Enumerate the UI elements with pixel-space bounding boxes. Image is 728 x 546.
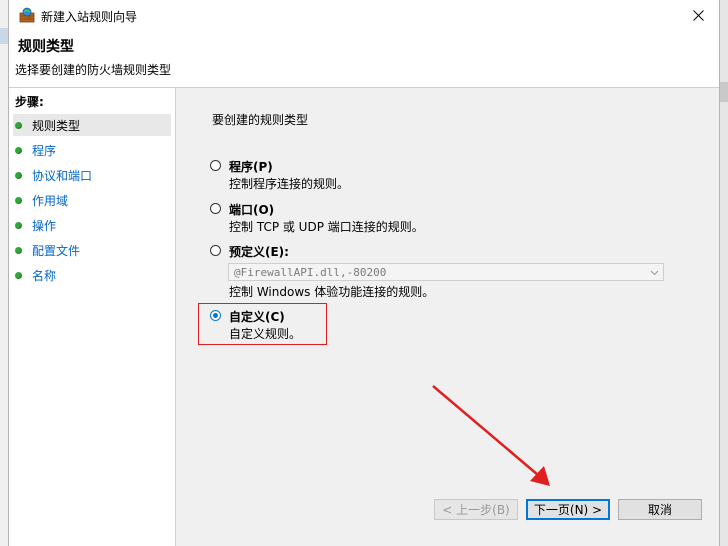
step-label: 配置文件 — [32, 243, 81, 258]
radio-predefined[interactable] — [210, 245, 221, 256]
background-window-left — [0, 0, 8, 546]
page-subtitle: 选择要创建的防火墙规则类型 — [15, 63, 172, 77]
firewall-icon — [19, 7, 35, 23]
step-action[interactable]: 操作 — [13, 214, 171, 236]
step-program[interactable]: 程序 — [13, 139, 171, 161]
step-name[interactable]: 名称 — [13, 264, 171, 286]
step-scope[interactable]: 作用域 — [13, 189, 171, 211]
step-status-icon — [15, 196, 22, 204]
radio-port[interactable] — [210, 203, 221, 214]
close-button[interactable] — [677, 0, 719, 31]
step-rule-type[interactable]: 规则类型 — [13, 114, 171, 136]
option-description: 控制 Windows 体验功能连接的规则。 — [229, 285, 435, 299]
step-status-icon — [15, 271, 22, 279]
chevron-down-icon — [650, 270, 659, 276]
step-label: 规则类型 — [32, 118, 81, 133]
step-protocol-ports[interactable]: 协议和端口 — [13, 164, 171, 186]
step-label: 程序 — [32, 143, 57, 158]
window-title: 新建入站规则向导 — [41, 10, 138, 24]
title-bar: 新建入站规则向导 — [9, 0, 719, 31]
option-label: 端口(O) — [229, 203, 275, 217]
cancel-button[interactable]: 取消 — [618, 499, 702, 520]
background-fragment — [720, 82, 728, 102]
option-description: 控制 TCP 或 UDP 端口连接的规则。 — [229, 220, 424, 234]
step-status-icon — [15, 146, 22, 154]
step-status-icon — [15, 171, 22, 179]
option-label: 程序(P) — [229, 160, 273, 174]
steps-pane: 步骤: 规则类型 程序 协议和端口 作用域 操作 配置文件 名称 — [9, 88, 175, 546]
predefined-select-value: @FirewallAPI.dll,-80200 — [234, 266, 387, 279]
step-profile[interactable]: 配置文件 — [13, 239, 171, 261]
annotation-highlight-box — [198, 303, 327, 345]
background-fragment — [0, 28, 8, 44]
wizard-content: 要创建的规则类型 程序(P) 控制程序连接的规则。 端口(O) 控制 TCP 或… — [175, 88, 719, 546]
wizard-header: 规则类型 选择要创建的防火墙规则类型 — [9, 31, 719, 88]
step-label: 名称 — [32, 268, 57, 283]
new-inbound-rule-wizard: 新建入站规则向导 规则类型 选择要创建的防火墙规则类型 步骤: 规则类型 程序 … — [8, 0, 720, 546]
step-label: 作用域 — [32, 193, 69, 208]
step-status-icon — [15, 121, 22, 129]
option-description: 控制程序连接的规则。 — [229, 177, 350, 191]
step-status-icon — [15, 246, 22, 254]
next-button[interactable]: 下一页(N) > — [526, 499, 610, 520]
predefined-rule-select[interactable]: @FirewallAPI.dll,-80200 — [228, 263, 664, 281]
step-status-icon — [15, 221, 22, 229]
back-button[interactable]: < 上一步(B) — [434, 499, 518, 520]
step-label: 协议和端口 — [32, 168, 93, 183]
option-label: 预定义(E): — [229, 245, 289, 259]
step-label: 操作 — [32, 218, 57, 233]
close-icon — [692, 10, 704, 21]
steps-heading: 步骤: — [15, 95, 44, 109]
rule-type-prompt: 要创建的规则类型 — [212, 113, 309, 127]
page-title: 规则类型 — [18, 39, 74, 55]
radio-program[interactable] — [210, 160, 221, 171]
